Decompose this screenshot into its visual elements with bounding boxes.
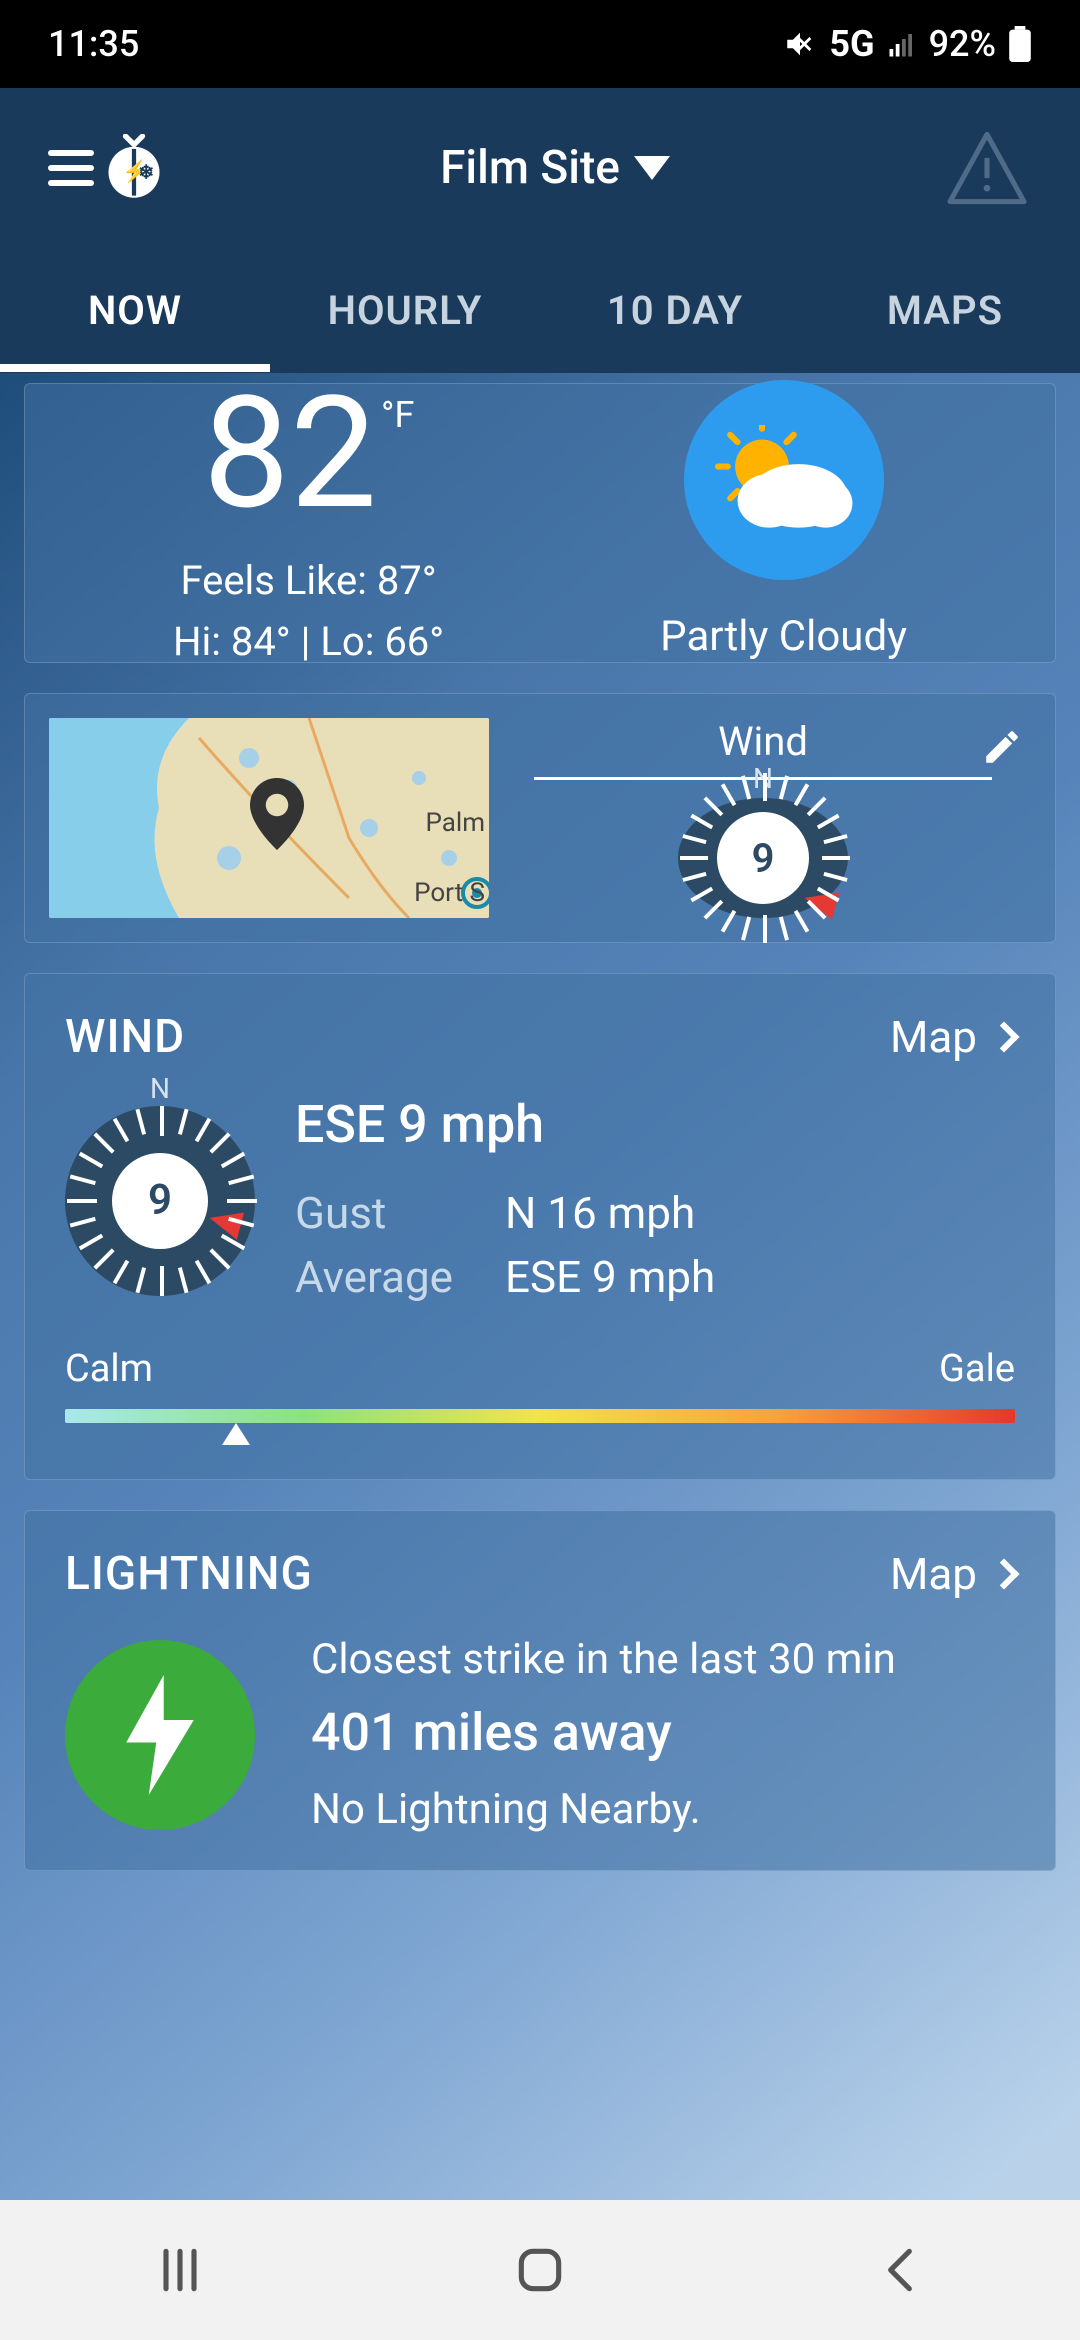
lightning-card: LIGHTNING Map Closest strike in the last… [24, 1510, 1056, 1871]
view-tabs: NOW HOURLY 10 DAY MAPS [0, 248, 1080, 373]
app-header: ⚡ ❄ Film Site NOW HOURLY 10 DAY MAPS [0, 88, 1080, 373]
feels-like: Feels Like: 87° [173, 557, 444, 604]
back-button[interactable] [872, 2242, 928, 2298]
home-button[interactable] [512, 2242, 568, 2298]
pencil-icon [981, 726, 1023, 768]
chevron-right-icon [988, 1021, 1019, 1052]
lightning-line2: 401 miles away [311, 1702, 1015, 1763]
compass-speed: 9 [717, 812, 809, 904]
condition-icon [684, 380, 884, 580]
tab-10day[interactable]: 10 DAY [540, 287, 810, 334]
scale-high-label: Gale [939, 1347, 1015, 1391]
current-conditions-card: 82 °F Feels Like: 87° Hi: 84° | Lo: 66° [24, 383, 1056, 663]
map-wind-card: Palm Port S Wind N 9 [24, 693, 1056, 943]
wind-compass-value: 9 [112, 1153, 208, 1249]
tab-maps[interactable]: MAPS [810, 287, 1080, 334]
average-value: ESE 9 mph [505, 1251, 1015, 1303]
temperature-unit: °F [381, 394, 414, 436]
gust-value: N 16 mph [505, 1187, 1015, 1239]
status-indicators: 5G 92% [783, 23, 1032, 65]
wind-scale-pointer [222, 1423, 250, 1445]
tab-hourly[interactable]: HOURLY [270, 287, 540, 334]
wind-scale-bar [65, 1409, 1015, 1423]
status-time: 11:35 [48, 23, 139, 65]
recents-icon [152, 2242, 208, 2298]
lightning-map-link[interactable]: Map [890, 1548, 1015, 1600]
app-logo-icon: ⚡ ❄ [100, 134, 168, 202]
map-link-label: Map [890, 1548, 977, 1600]
home-icon [512, 2242, 568, 2298]
status-bar: 11:35 5G 92% [0, 0, 1080, 88]
average-label: Average [295, 1251, 505, 1303]
location-title: Film Site [440, 141, 620, 195]
content-area[interactable]: 82 °F Feels Like: 87° Hi: 84° | Lo: 66° [0, 373, 1080, 2340]
gust-label: Gust [295, 1187, 505, 1239]
network-label: 5G [829, 23, 874, 65]
lightning-icon [65, 1640, 255, 1830]
wind-map-link[interactable]: Map [890, 1011, 1015, 1063]
map-label-ports: Port S [414, 878, 485, 908]
dropdown-icon [634, 156, 670, 180]
condition-text: Partly Cloudy [660, 612, 907, 661]
location-selector[interactable]: Film Site [440, 141, 670, 195]
high-low: Hi: 84° | Lo: 66° [173, 618, 444, 665]
scale-low-label: Calm [65, 1347, 153, 1391]
wind-compass-small: N 9 [678, 798, 848, 918]
lightning-line3: No Lightning Nearby. [311, 1785, 1015, 1834]
recents-button[interactable] [152, 2242, 208, 2298]
map-pin-icon [249, 778, 305, 850]
mute-icon [783, 27, 817, 61]
signal-icon [887, 29, 917, 59]
back-icon [872, 2242, 928, 2298]
lightning-section-title: LIGHTNING [65, 1547, 313, 1601]
svg-text:❄: ❄ [138, 161, 154, 184]
mini-map[interactable]: Palm Port S [49, 718, 489, 918]
edit-button[interactable] [981, 726, 1023, 772]
battery-icon [1008, 26, 1032, 62]
chevron-right-icon [988, 1558, 1019, 1589]
wind-compass-large: N 9 [65, 1106, 255, 1296]
current-temperature: 82 [203, 376, 377, 531]
menu-button[interactable] [48, 141, 94, 195]
system-nav-bar [0, 2200, 1080, 2340]
alert-button[interactable] [942, 128, 1032, 208]
lightning-line1: Closest strike in the last 30 min [311, 1635, 1015, 1684]
wind-headline: ESE 9 mph [295, 1094, 1015, 1155]
header-left: ⚡ ❄ [48, 134, 168, 202]
wind-card: WIND Map N 9 ESE 9 mph Gust N 16 mph Ave… [24, 973, 1056, 1480]
map-label-palm: Palm [425, 808, 485, 838]
warning-icon [945, 131, 1029, 205]
wind-section-title: WIND [65, 1010, 185, 1064]
map-link-label: Map [890, 1011, 977, 1063]
battery-label: 92% [929, 23, 996, 65]
tab-now[interactable]: NOW [0, 287, 270, 334]
